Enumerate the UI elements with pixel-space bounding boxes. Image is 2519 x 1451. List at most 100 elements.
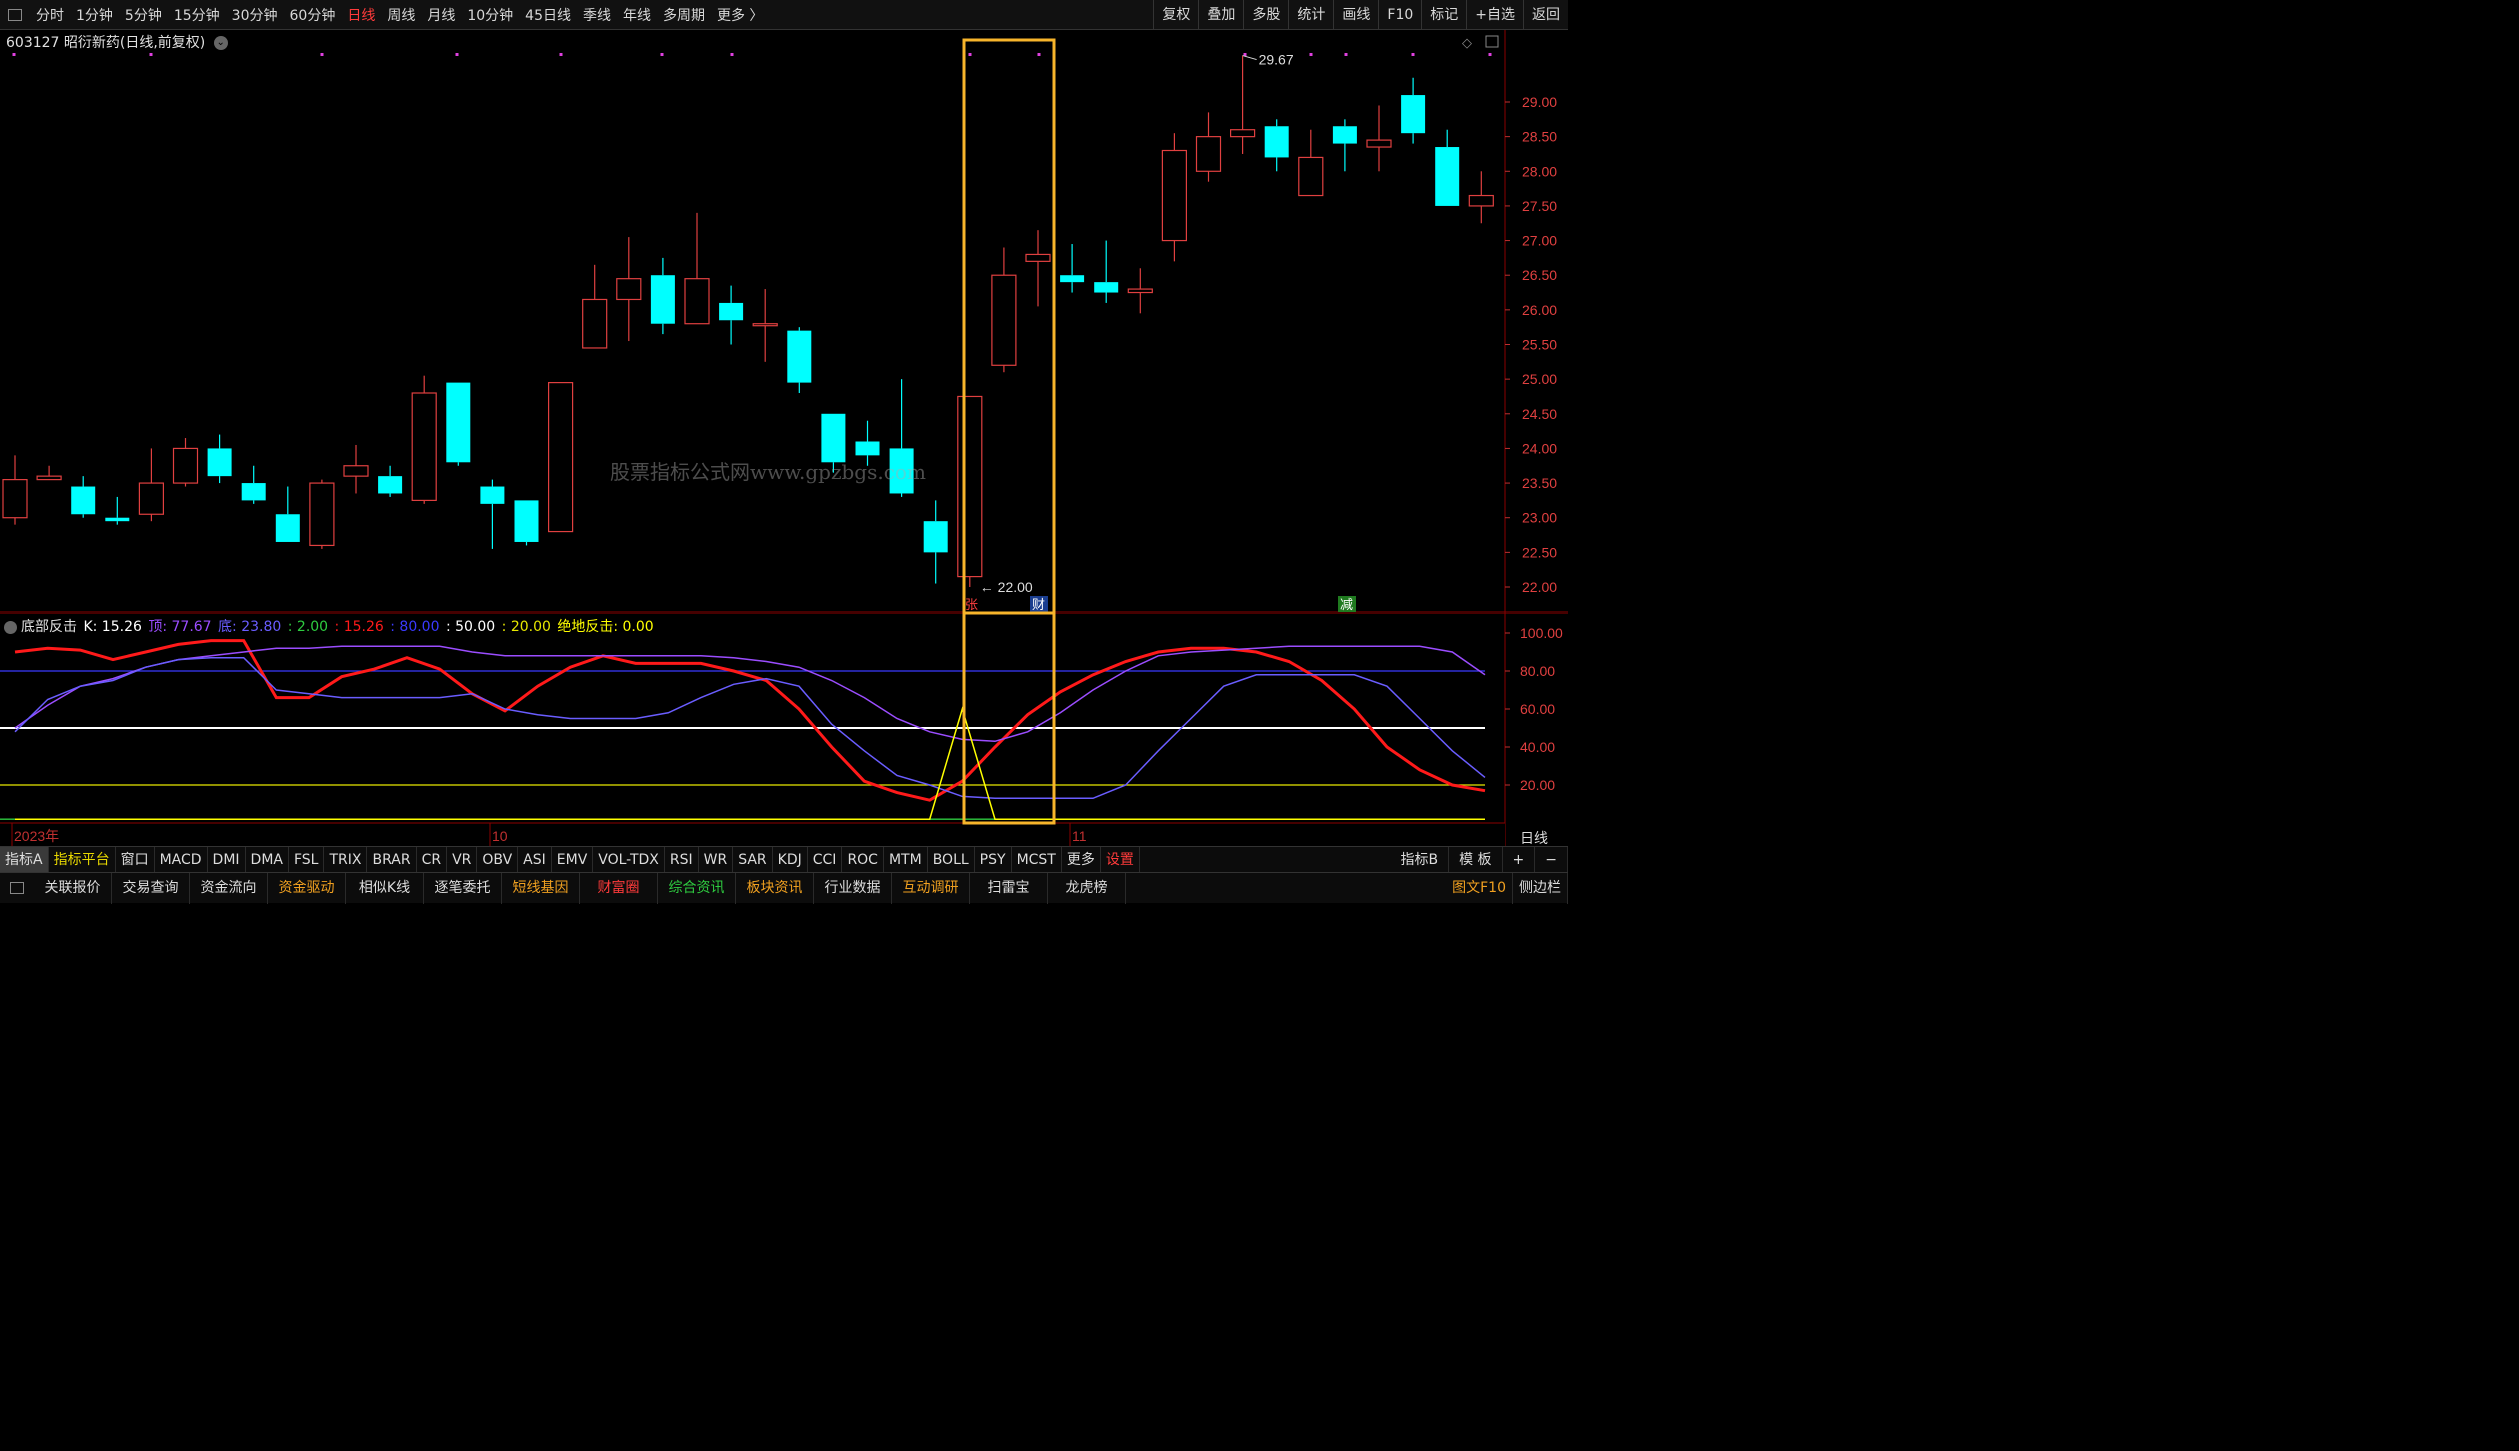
- candle[interactable]: [684, 212, 710, 325]
- tab-更多[interactable]: 更多: [1062, 846, 1101, 873]
- top-button-7[interactable]: +自选: [1466, 0, 1523, 30]
- candle[interactable]: [1264, 119, 1289, 172]
- candle[interactable]: [2, 455, 28, 525]
- candle[interactable]: [138, 448, 164, 522]
- candle[interactable]: [207, 434, 232, 484]
- candle[interactable]: [787, 327, 812, 393]
- tab-MCST[interactable]: MCST: [1012, 846, 1062, 873]
- candle[interactable]: [309, 479, 335, 549]
- top-button-0[interactable]: 复权: [1153, 0, 1198, 30]
- period-12[interactable]: 年线: [617, 5, 657, 25]
- candle[interactable]: [1060, 244, 1085, 293]
- tab-VOL-TDX[interactable]: VOL-TDX: [593, 846, 665, 873]
- chevron-down-icon[interactable]: [4, 620, 17, 634]
- function-1[interactable]: 交易查询: [112, 872, 190, 904]
- tab-CR[interactable]: CR: [417, 846, 448, 873]
- period-3[interactable]: 15分钟: [168, 5, 226, 25]
- candle[interactable]: [1468, 171, 1494, 224]
- candle[interactable]: [241, 465, 266, 504]
- candle[interactable]: [446, 382, 471, 466]
- candle[interactable]: [1127, 268, 1153, 314]
- candle[interactable]: [547, 382, 574, 533]
- tab-MACD[interactable]: MACD: [155, 846, 208, 873]
- tab-设置[interactable]: 设置: [1101, 846, 1140, 873]
- period-14[interactable]: 更多 〉: [711, 5, 769, 25]
- top-button-6[interactable]: 标记: [1421, 0, 1466, 30]
- candle[interactable]: [752, 289, 778, 362]
- tab-VR[interactable]: VR: [447, 846, 478, 873]
- candle[interactable]: [1366, 105, 1392, 172]
- period-1[interactable]: 1分钟: [70, 5, 119, 25]
- tab-ASI[interactable]: ASI: [518, 846, 552, 873]
- diamond-icon[interactable]: ◇: [1462, 36, 1472, 51]
- candle[interactable]: [71, 476, 96, 518]
- period-2[interactable]: 5分钟: [119, 5, 168, 25]
- function-right-0[interactable]: 图文F10: [1446, 873, 1513, 904]
- period-0[interactable]: 分时: [30, 5, 70, 25]
- candle[interactable]: [411, 375, 437, 504]
- function-12[interactable]: 扫雷宝: [970, 872, 1048, 904]
- function-10[interactable]: 行业数据: [814, 872, 892, 904]
- candle[interactable]: [36, 465, 62, 481]
- tab-WR[interactable]: WR: [699, 846, 734, 873]
- function-9[interactable]: 板块资讯: [736, 872, 814, 904]
- candle[interactable]: [378, 465, 403, 497]
- function-13[interactable]: 龙虎榜: [1048, 872, 1126, 904]
- candle[interactable]: [957, 395, 983, 587]
- tab-right-2[interactable]: +: [1503, 847, 1536, 873]
- function-8[interactable]: 综合资讯: [658, 872, 736, 904]
- tab-指标平台[interactable]: 指标平台: [49, 846, 116, 873]
- tab-ROC[interactable]: ROC: [842, 846, 884, 873]
- tab-窗口[interactable]: 窗口: [116, 846, 155, 873]
- candle[interactable]: [991, 247, 1017, 373]
- candle[interactable]: [1229, 55, 1256, 154]
- candle[interactable]: [275, 486, 300, 542]
- candle[interactable]: [343, 444, 369, 494]
- period-6[interactable]: 日线: [341, 5, 381, 25]
- period-13[interactable]: 多周期: [657, 5, 711, 25]
- period-4[interactable]: 30分钟: [226, 5, 284, 25]
- candle[interactable]: [1094, 240, 1119, 303]
- tab-CCI[interactable]: CCI: [808, 846, 843, 873]
- top-button-1[interactable]: 叠加: [1198, 0, 1243, 30]
- function-6[interactable]: 短线基因: [502, 872, 580, 904]
- period-10[interactable]: 45日线: [519, 5, 577, 25]
- candle[interactable]: [1435, 129, 1460, 206]
- candle[interactable]: [616, 237, 642, 342]
- tab-DMA[interactable]: DMA: [246, 846, 289, 873]
- tab-right-3[interactable]: −: [1535, 847, 1568, 873]
- function-4[interactable]: 相似K线: [346, 872, 424, 904]
- tab-PSY[interactable]: PSY: [975, 846, 1012, 873]
- tab-OBV[interactable]: OBV: [477, 846, 519, 873]
- indicator-chart[interactable]: 20.00 40.00 60.00 80.00 100.00 2023年 10 11 日线: [0, 613, 1568, 846]
- tab-SAR[interactable]: SAR: [733, 846, 773, 873]
- candle[interactable]: [105, 496, 130, 525]
- candle[interactable]: [172, 438, 199, 487]
- candle[interactable]: [514, 500, 539, 546]
- tab-MTM[interactable]: MTM: [884, 846, 928, 873]
- tab-right-0[interactable]: 指标B: [1390, 847, 1450, 873]
- top-button-3[interactable]: 统计: [1288, 0, 1333, 30]
- candle[interactable]: [650, 257, 675, 335]
- tab-BOLL[interactable]: BOLL: [928, 846, 975, 873]
- candle[interactable]: [582, 264, 608, 349]
- candle[interactable]: [1298, 129, 1324, 197]
- candle[interactable]: [1332, 119, 1357, 172]
- period-8[interactable]: 月线: [421, 5, 461, 25]
- function-3[interactable]: 资金驱动: [268, 872, 346, 904]
- function-right-1[interactable]: 侧边栏: [1513, 873, 1568, 904]
- tab-TRIX[interactable]: TRIX: [324, 846, 368, 873]
- window-toggle-icon[interactable]: [8, 8, 22, 21]
- candle[interactable]: [719, 285, 744, 345]
- tab-BRAR[interactable]: BRAR: [367, 846, 417, 873]
- period-11[interactable]: 季线: [577, 5, 617, 25]
- tab-KDJ[interactable]: KDJ: [773, 846, 808, 873]
- tab-right-1[interactable]: 模 板: [1449, 847, 1503, 873]
- top-button-5[interactable]: F10: [1378, 0, 1421, 30]
- top-button-8[interactable]: 返回: [1523, 0, 1568, 30]
- period-5[interactable]: 60分钟: [284, 5, 342, 25]
- candle[interactable]: [1401, 77, 1426, 144]
- candlestick-chart[interactable]: 22.00 22.50 23.00 23.50 24.00 24.50 25.00 25.50…: [0, 30, 1568, 613]
- period-9[interactable]: 10分钟: [461, 5, 519, 25]
- tab-DMI[interactable]: DMI: [208, 846, 246, 873]
